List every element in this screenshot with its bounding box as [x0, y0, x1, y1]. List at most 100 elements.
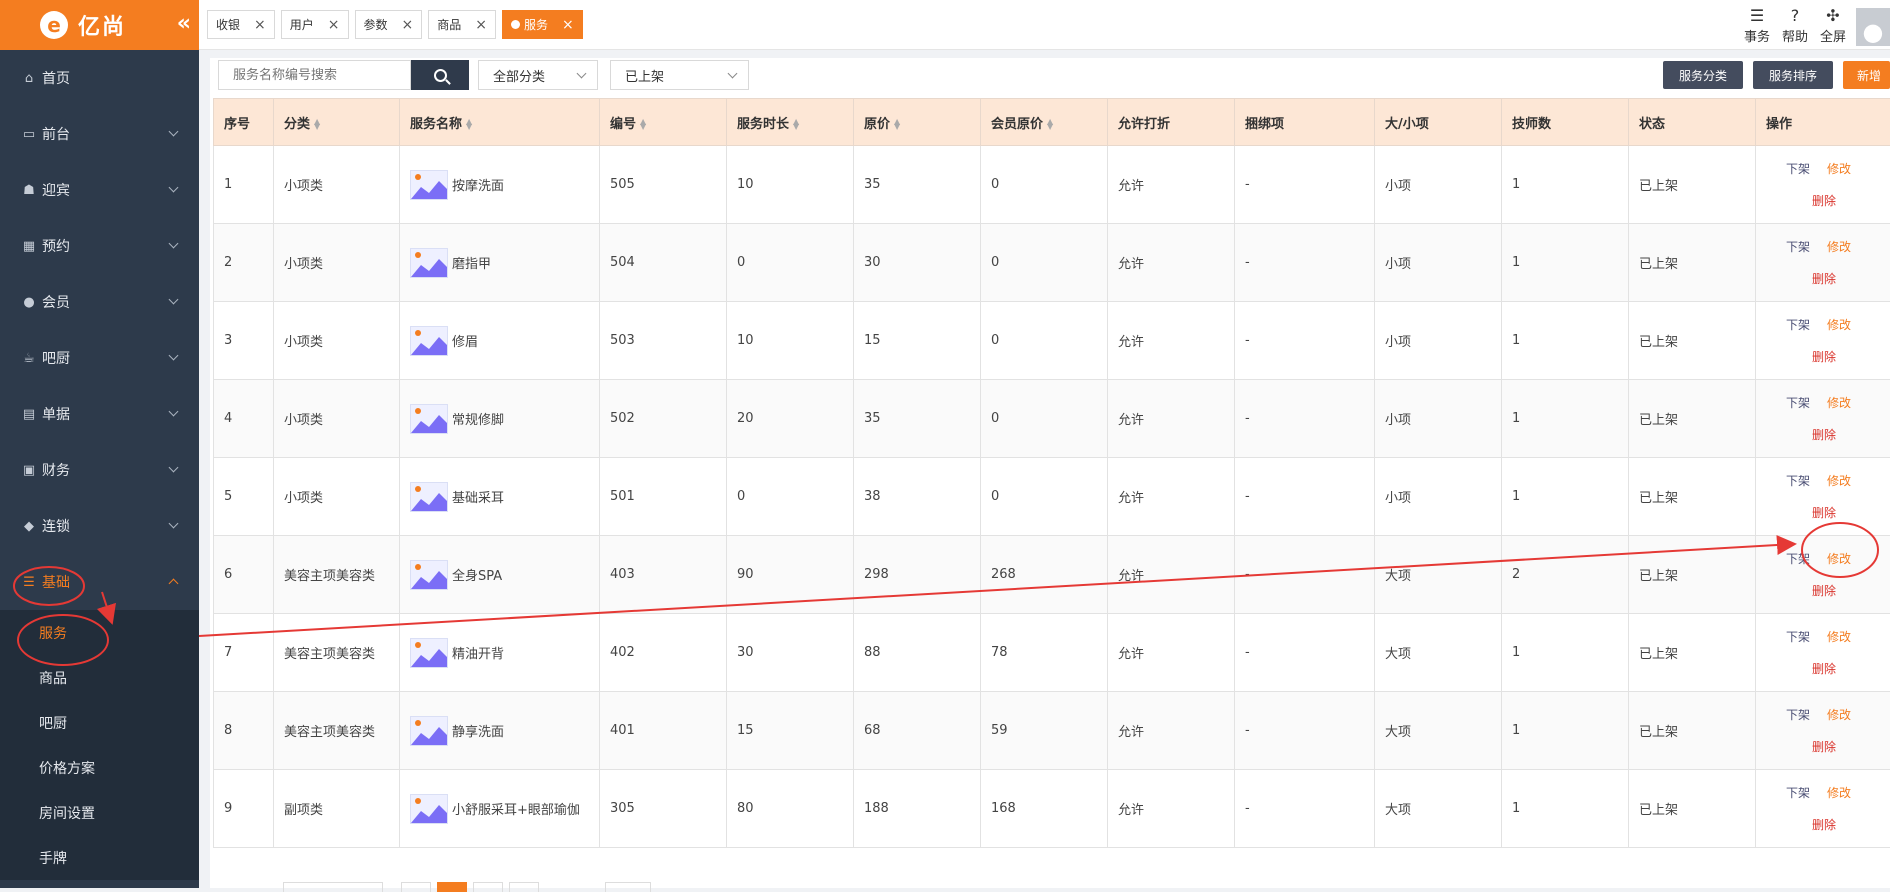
delete-link[interactable]: 删除 — [1812, 426, 1836, 443]
page-button[interactable] — [473, 882, 503, 892]
close-icon[interactable]: × — [475, 17, 487, 33]
row-actions: 下架修改删除 — [1756, 224, 1890, 301]
submenu-item[interactable]: 服务 — [0, 610, 199, 655]
page-tab[interactable]: 用户× — [281, 10, 349, 39]
edit-link[interactable]: 修改 — [1827, 706, 1851, 723]
table-cell: 0 — [981, 458, 1108, 536]
column-header[interactable]: 服务名称▲▼ — [400, 99, 600, 146]
column-header[interactable]: 会员原价▲▼ — [981, 99, 1108, 146]
submenu-item[interactable]: 房间设置 — [0, 790, 199, 835]
service-category-button[interactable]: 服务分类 — [1663, 61, 1743, 89]
sidebar-item[interactable]: ☰基础 — [0, 554, 199, 610]
sidebar-item[interactable]: ▣财务 — [0, 442, 199, 498]
top-action-button[interactable]: ☰事务 — [1738, 6, 1776, 45]
column-header[interactable]: 原价▲▼ — [854, 99, 981, 146]
sidebar-item[interactable]: ◆连锁 — [0, 498, 199, 554]
sort-icon[interactable]: ▲▼ — [793, 119, 799, 129]
chevron-down-icon — [169, 463, 179, 473]
search-button[interactable] — [411, 60, 469, 90]
delete-link[interactable]: 删除 — [1812, 270, 1836, 287]
column-header: 捆绑项 — [1235, 99, 1375, 146]
sidebar-item[interactable]: ☗迎宾 — [0, 162, 199, 218]
close-icon[interactable]: × — [402, 17, 414, 33]
take-down-link[interactable]: 下架 — [1786, 550, 1810, 567]
table-cell: 10 — [727, 302, 854, 380]
goto-page-input[interactable] — [605, 882, 651, 892]
take-down-link[interactable]: 下架 — [1786, 160, 1810, 177]
close-icon[interactable]: × — [254, 17, 266, 33]
top-action-button[interactable]: ?帮助 — [1776, 6, 1814, 45]
submenu-item[interactable]: 吧厨 — [0, 700, 199, 745]
page-tab[interactable]: 商品× — [428, 10, 496, 39]
table-cell: - — [1235, 224, 1375, 302]
page-tab[interactable]: 服务× — [502, 10, 583, 39]
take-down-link[interactable]: 下架 — [1786, 784, 1810, 801]
table-cell: 按摩洗面 — [400, 146, 600, 224]
chevron-down-icon — [169, 239, 179, 249]
delete-link[interactable]: 删除 — [1812, 816, 1836, 833]
status-select[interactable]: 已上架 — [610, 60, 749, 90]
edit-link[interactable]: 修改 — [1827, 160, 1851, 177]
delete-link[interactable]: 删除 — [1812, 738, 1836, 755]
sidebar-item[interactable]: ▤单据 — [0, 386, 199, 442]
sidebar-item[interactable]: ●会员 — [0, 274, 199, 330]
prev-page-button[interactable] — [401, 882, 431, 892]
delete-link[interactable]: 删除 — [1812, 504, 1836, 521]
page-size-select[interactable] — [283, 882, 383, 892]
take-down-link[interactable]: 下架 — [1786, 706, 1810, 723]
sort-icon[interactable]: ▲▼ — [466, 119, 472, 129]
edit-link[interactable]: 修改 — [1827, 472, 1851, 489]
close-icon[interactable]: × — [328, 17, 340, 33]
page-button-current[interactable] — [437, 882, 467, 892]
edit-link[interactable]: 修改 — [1827, 550, 1851, 567]
sort-icon[interactable]: ▲▼ — [314, 119, 320, 129]
category-select[interactable]: 全部分类 — [478, 60, 598, 90]
sort-icon[interactable]: ▲▼ — [640, 119, 646, 129]
top-action-button[interactable]: ✣全屏 — [1814, 6, 1852, 45]
add-button[interactable]: 新增 — [1843, 61, 1890, 89]
take-down-link[interactable]: 下架 — [1786, 628, 1810, 645]
table-cell: 磨指甲 — [400, 224, 600, 302]
table-cell: 2 — [1502, 536, 1629, 614]
user-icon: ● — [20, 293, 38, 311]
page-tab[interactable]: 参数× — [355, 10, 423, 39]
submenu-item[interactable]: 商品 — [0, 655, 199, 700]
submenu-item[interactable]: 手牌 — [0, 835, 199, 880]
sidebar-item[interactable]: ▭前台 — [0, 106, 199, 162]
service-sort-button[interactable]: 服务排序 — [1753, 61, 1833, 89]
table-cell: - — [1235, 614, 1375, 692]
delete-link[interactable]: 删除 — [1812, 582, 1836, 599]
edit-link[interactable]: 修改 — [1827, 394, 1851, 411]
edit-link[interactable]: 修改 — [1827, 784, 1851, 801]
table-cell: 大项 — [1375, 536, 1502, 614]
edit-link[interactable]: 修改 — [1827, 238, 1851, 255]
column-header-label: 服务时长 — [737, 117, 789, 132]
submenu-item[interactable]: 价格方案 — [0, 745, 199, 790]
table-cell: 已上架 — [1629, 770, 1756, 848]
take-down-link[interactable]: 下架 — [1786, 394, 1810, 411]
page-tab[interactable]: 收银× — [207, 10, 275, 39]
column-header[interactable]: 分类▲▼ — [274, 99, 400, 146]
search-input[interactable] — [218, 60, 411, 90]
sidebar-item[interactable]: ☕吧厨 — [0, 330, 199, 386]
sort-icon[interactable]: ▲▼ — [894, 119, 900, 129]
collapse-sidebar-icon[interactable]: « — [177, 11, 191, 36]
sidebar-item[interactable]: ▦预约 — [0, 218, 199, 274]
sort-icon[interactable]: ▲▼ — [1047, 119, 1053, 129]
column-header[interactable]: 服务时长 ▲▼ — [727, 99, 854, 146]
take-down-link[interactable]: 下架 — [1786, 238, 1810, 255]
close-icon[interactable]: × — [562, 17, 574, 33]
edit-link[interactable]: 修改 — [1827, 316, 1851, 333]
take-down-link[interactable]: 下架 — [1786, 472, 1810, 489]
edit-link[interactable]: 修改 — [1827, 628, 1851, 645]
delete-link[interactable]: 删除 — [1812, 660, 1836, 677]
sidebar-item[interactable]: ⌂首页 — [0, 50, 199, 106]
avatar[interactable]: ● — [1856, 8, 1890, 46]
table-row: 2小项类磨指甲5040300允许-小项1已上架下架修改删除 — [214, 224, 1890, 302]
column-header[interactable]: 编号▲▼ — [600, 99, 727, 146]
delete-link[interactable]: 删除 — [1812, 348, 1836, 365]
delete-link[interactable]: 删除 — [1812, 192, 1836, 209]
take-down-link[interactable]: 下架 — [1786, 316, 1810, 333]
top-actions: ☰事务?帮助✣全屏● — [1738, 6, 1890, 46]
page-button[interactable] — [509, 882, 539, 892]
